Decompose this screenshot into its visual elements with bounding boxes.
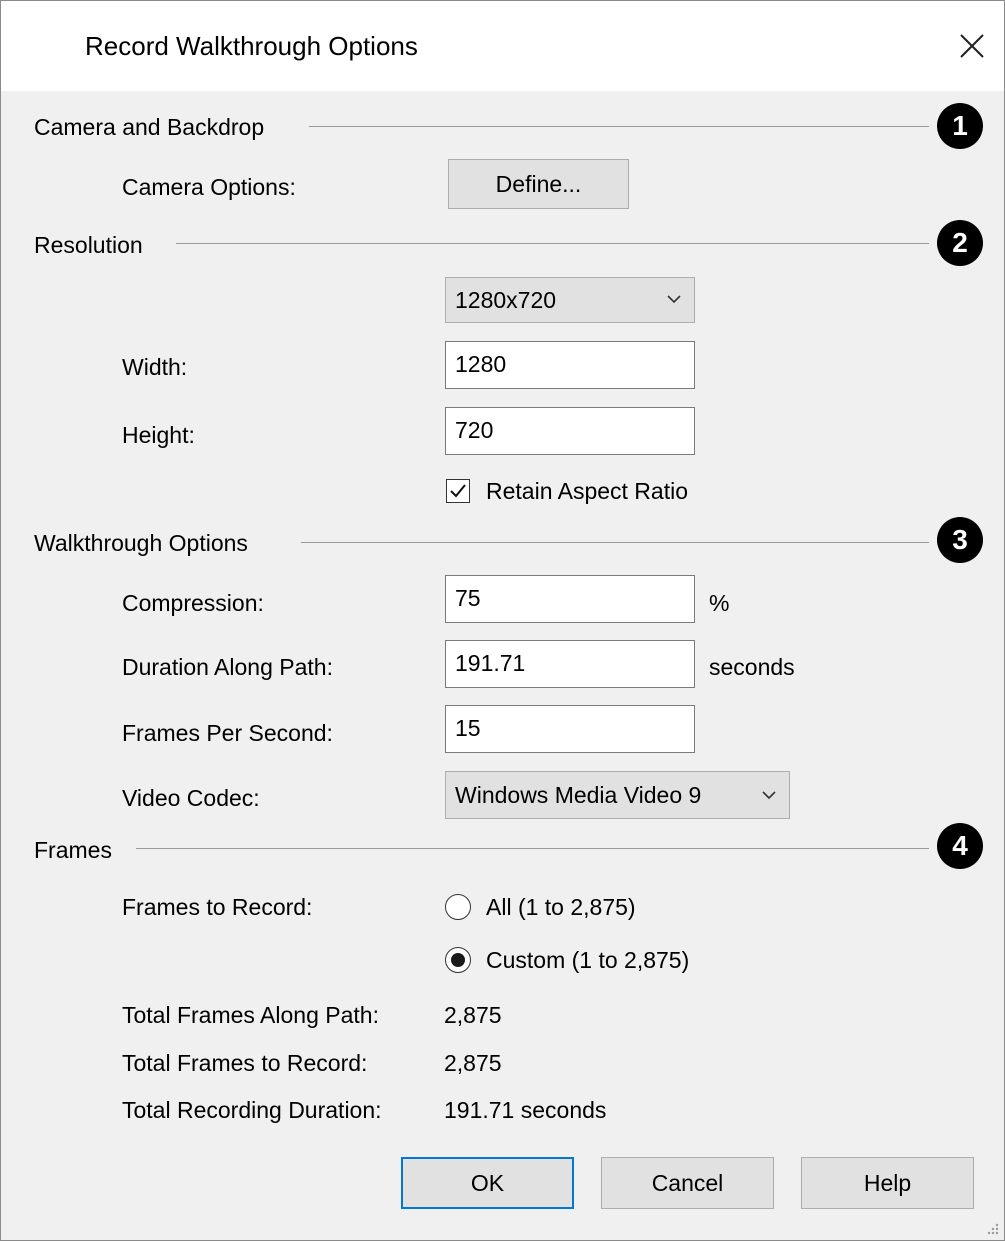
- section-1-badge: 1: [937, 103, 983, 149]
- frames-custom-radio[interactable]: [445, 947, 471, 973]
- total-frames-to-record-label: Total Frames to Record:: [122, 1050, 368, 1076]
- frames-custom-label[interactable]: Custom (1 to 2,875): [486, 946, 689, 974]
- cancel-button[interactable]: Cancel: [601, 1157, 774, 1209]
- duration-label: Duration Along Path:: [122, 654, 333, 680]
- width-label: Width:: [122, 354, 188, 380]
- help-button[interactable]: Help: [801, 1157, 974, 1209]
- total-frames-to-record-value: 2,875: [444, 1050, 502, 1076]
- title-bar: Record Walkthrough Options: [1, 1, 1004, 91]
- video-codec-select[interactable]: Windows Media Video 9: [445, 771, 790, 819]
- video-codec-value: Windows Media Video 9: [455, 782, 702, 808]
- resize-grip-icon[interactable]: [984, 1220, 1000, 1236]
- section-resolution-label: Resolution: [34, 232, 143, 258]
- retain-aspect-checkbox[interactable]: [446, 479, 470, 503]
- section-3-badge: 3: [937, 517, 983, 563]
- height-input[interactable]: 720: [445, 407, 695, 455]
- total-frames-along-path-value: 2,875: [444, 1002, 502, 1028]
- total-frames-along-path-label: Total Frames Along Path:: [122, 1002, 379, 1028]
- duration-unit: seconds: [709, 654, 795, 680]
- dialog-title: Record Walkthrough Options: [85, 31, 418, 61]
- frames-all-label[interactable]: All (1 to 2,875): [486, 893, 636, 921]
- section-4-badge: 4: [937, 823, 983, 869]
- record-walkthrough-dialog: Record Walkthrough Options Camera and Ba…: [0, 0, 1005, 1241]
- ok-button[interactable]: OK: [401, 1157, 574, 1209]
- close-icon: [960, 34, 984, 58]
- section-frames-label: Frames: [34, 837, 112, 863]
- section-resolution-divider: [176, 243, 929, 244]
- section-2-badge: 2: [937, 220, 983, 266]
- resolution-preset-select[interactable]: 1280x720: [445, 277, 695, 323]
- camera-options-label: Camera Options:: [122, 174, 296, 200]
- section-frames-divider: [136, 848, 929, 849]
- section-camera-divider: [309, 126, 929, 127]
- close-button[interactable]: [943, 19, 999, 75]
- total-recording-duration-label: Total Recording Duration:: [122, 1097, 382, 1123]
- section-walkthrough-divider: [301, 542, 929, 543]
- compression-unit: %: [709, 590, 730, 616]
- width-input[interactable]: 1280: [445, 341, 695, 389]
- height-label: Height:: [122, 422, 195, 448]
- compression-label: Compression:: [122, 590, 264, 616]
- chevron-down-icon: [762, 791, 776, 800]
- section-camera-label: Camera and Backdrop: [34, 114, 265, 140]
- duration-input[interactable]: 191.71: [445, 640, 695, 688]
- video-codec-label: Video Codec:: [122, 785, 260, 811]
- fps-input[interactable]: 15: [445, 705, 695, 753]
- resolution-preset-value: 1280x720: [455, 287, 557, 313]
- section-walkthrough-label: Walkthrough Options: [34, 530, 248, 556]
- chevron-down-icon: [667, 295, 681, 304]
- frames-all-radio[interactable]: [445, 894, 471, 920]
- checkmark-icon: [450, 484, 466, 498]
- radio-selected-dot: [451, 953, 465, 967]
- retain-aspect-label[interactable]: Retain Aspect Ratio: [486, 477, 688, 505]
- frames-to-record-label: Frames to Record:: [122, 894, 313, 920]
- fps-label: Frames Per Second:: [122, 720, 333, 746]
- compression-input[interactable]: 75: [445, 575, 695, 623]
- total-recording-duration-value: 191.71 seconds: [444, 1097, 607, 1123]
- define-button[interactable]: Define...: [448, 159, 629, 209]
